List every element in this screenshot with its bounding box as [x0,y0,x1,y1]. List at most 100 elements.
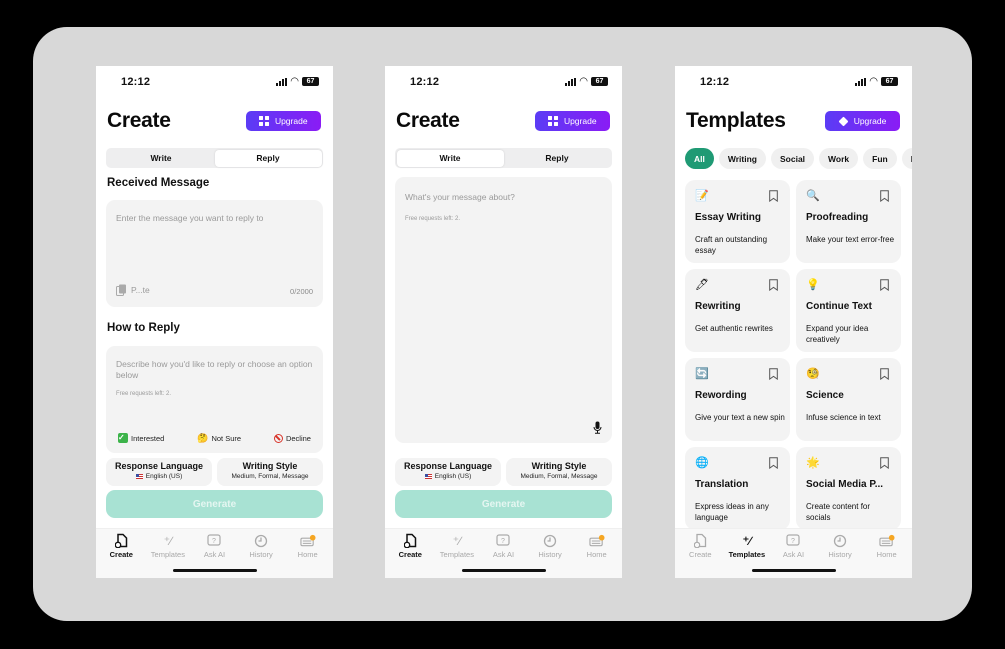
template-card[interactable]: 📝 Essay Writing Craft an outstanding essay [685,180,790,263]
svg-text:?: ? [502,538,506,545]
how-to-reply-input[interactable]: Describe how you'd like to reply or choo… [106,346,323,453]
signal-icon [565,77,577,86]
bookmark-icon[interactable] [769,457,778,469]
template-title: Continue Text [806,301,872,312]
tab-ask-ai[interactable]: ? Ask AI [480,533,526,559]
status-bar: 12:12 ◠ 67 [675,76,912,90]
generate-button[interactable]: Generate [106,490,323,518]
tab-bar: Create ⁺∕ Templates ? Ask AI History Hom… [96,528,333,578]
writing-style-value: Medium, Formal, Message [231,473,309,480]
tab-templates[interactable]: ⁺∕ Templates [724,533,770,560]
template-card[interactable]: 🖊 Rewriting Get authentic rewrites [685,269,790,352]
grid-icon [259,116,269,126]
wifi-icon: ◠ [290,76,299,87]
bookmark-icon[interactable] [769,368,778,380]
page-title: Create [396,109,460,132]
template-card[interactable]: 🔍 Proofreading Make your text error-free [796,180,901,263]
lightbulb-icon: 💡 [806,279,820,291]
page-title: Templates [686,109,786,132]
bookmark-icon[interactable] [880,368,889,380]
response-language-button[interactable]: Response Language English (US) [106,458,212,486]
grid-icon [548,116,558,126]
received-message-input[interactable]: Enter the message you want to reply to P… [106,200,323,307]
chip-social[interactable]: Social [771,148,815,169]
tab-bar: Create ⁺∕ Templates ? Ask AI History Hom… [385,528,622,578]
tab-templates[interactable]: ⁺∕ Templates [434,533,480,560]
option-interested[interactable]: ✓ Interested [118,433,164,443]
tab-create[interactable]: Create [677,533,723,559]
segment-write[interactable]: Write [396,149,504,167]
template-card[interactable]: 🌟 Social Media P... Create content for soc… [796,447,901,530]
refresh-icon: 🔄 [695,368,709,380]
message-input[interactable]: What's your message about? Free requests… [395,177,612,443]
response-language-button[interactable]: Response Language English (US) [395,458,501,486]
microphone-icon[interactable] [593,421,602,434]
bookmark-icon[interactable] [880,457,889,469]
clock-icon [253,533,269,548]
received-message-heading: Received Message [107,177,210,189]
upgrade-button[interactable]: Upgrade [535,111,610,131]
tab-create[interactable]: Create [98,533,144,559]
template-title: Rewriting [695,301,741,312]
tab-history[interactable]: History [527,533,573,559]
tab-ask-ai[interactable]: ? Ask AI [191,533,237,559]
monocle-face-icon: 🧐 [806,368,820,380]
writing-style-value: Medium, Formal, Message [520,473,598,480]
svg-text:?: ? [792,538,796,545]
chip-fun[interactable]: Fun [863,148,897,169]
magnifier-icon: 🔍 [806,190,820,202]
segment-reply[interactable]: Reply [504,150,611,167]
bookmark-icon[interactable] [880,279,889,291]
status-time: 12:12 [410,76,440,88]
bookmark-icon[interactable] [880,190,889,202]
check-mark-icon: ✓ [118,433,128,443]
template-card[interactable]: 🔄 Rewording Give your text a new spin [685,358,790,441]
keyboard-alert-icon [589,533,605,548]
tab-home[interactable]: Home [285,533,331,559]
home-indicator [751,569,836,572]
paste-button[interactable]: P...te [116,284,150,296]
status-time: 12:12 [121,76,151,88]
status-bar: 12:12 ◠ 67 [96,76,333,90]
upgrade-button[interactable]: Upgrade [825,111,900,131]
template-description: Craft an outstanding essay [695,235,768,255]
chip-writing[interactable]: Writing [718,148,766,169]
bookmark-icon[interactable] [769,190,778,202]
svg-text:?: ? [213,538,217,545]
segment-reply[interactable]: Reply [214,149,322,167]
segment-write[interactable]: Write [108,150,215,167]
tab-history[interactable]: History [238,533,284,559]
writing-style-button[interactable]: Writing Style Medium, Formal, Message [506,458,612,486]
magic-wand-icon: ⁺∕ [163,533,173,548]
template-card[interactable]: 🌐 Translation Express ideas in any languag… [685,447,790,530]
keyboard-alert-icon [879,533,895,548]
tab-ask-ai[interactable]: ? Ask AI [770,533,816,559]
writing-style-label: Writing Style [531,461,587,471]
tab-home[interactable]: Home [574,533,620,559]
template-description: Give your text a new spin [695,413,785,422]
chip-more[interactable]: M [901,148,912,169]
chip-all[interactable]: All [685,148,714,169]
bookmark-icon[interactable] [769,279,778,291]
document-add-icon [692,533,708,548]
template-description: Expand your idea creatively [806,324,869,344]
template-title: Translation [695,479,749,490]
tab-history[interactable]: History [817,533,863,559]
character-counter: 0/2000 [290,287,313,296]
phone-templates: 12:12 ◠ 67 Templates Upgrade All Writing… [675,66,912,578]
phone-create-write: 12:12 ◠ 67 Create Upgrade Write Reply Wh… [385,66,622,578]
chip-work[interactable]: Work [819,148,859,169]
option-not-sure[interactable]: 🤔 Not Sure [197,433,241,443]
tab-home[interactable]: Home [864,533,910,559]
upgrade-button[interactable]: Upgrade [246,111,321,131]
template-title: Social Media P... [806,479,884,490]
home-indicator [461,569,546,572]
template-card[interactable]: 🧐 Science Infuse science in text [796,358,901,441]
writing-style-button[interactable]: Writing Style Medium, Formal, Message [217,458,323,486]
response-language-label: Response Language [114,461,204,471]
tab-templates[interactable]: ⁺∕ Templates [145,533,191,560]
tab-create[interactable]: Create [387,533,433,559]
generate-button[interactable]: Generate [395,490,612,518]
option-decline[interactable]: Decline [273,433,311,443]
template-card[interactable]: 💡 Continue Text Expand your idea creativel… [796,269,901,352]
